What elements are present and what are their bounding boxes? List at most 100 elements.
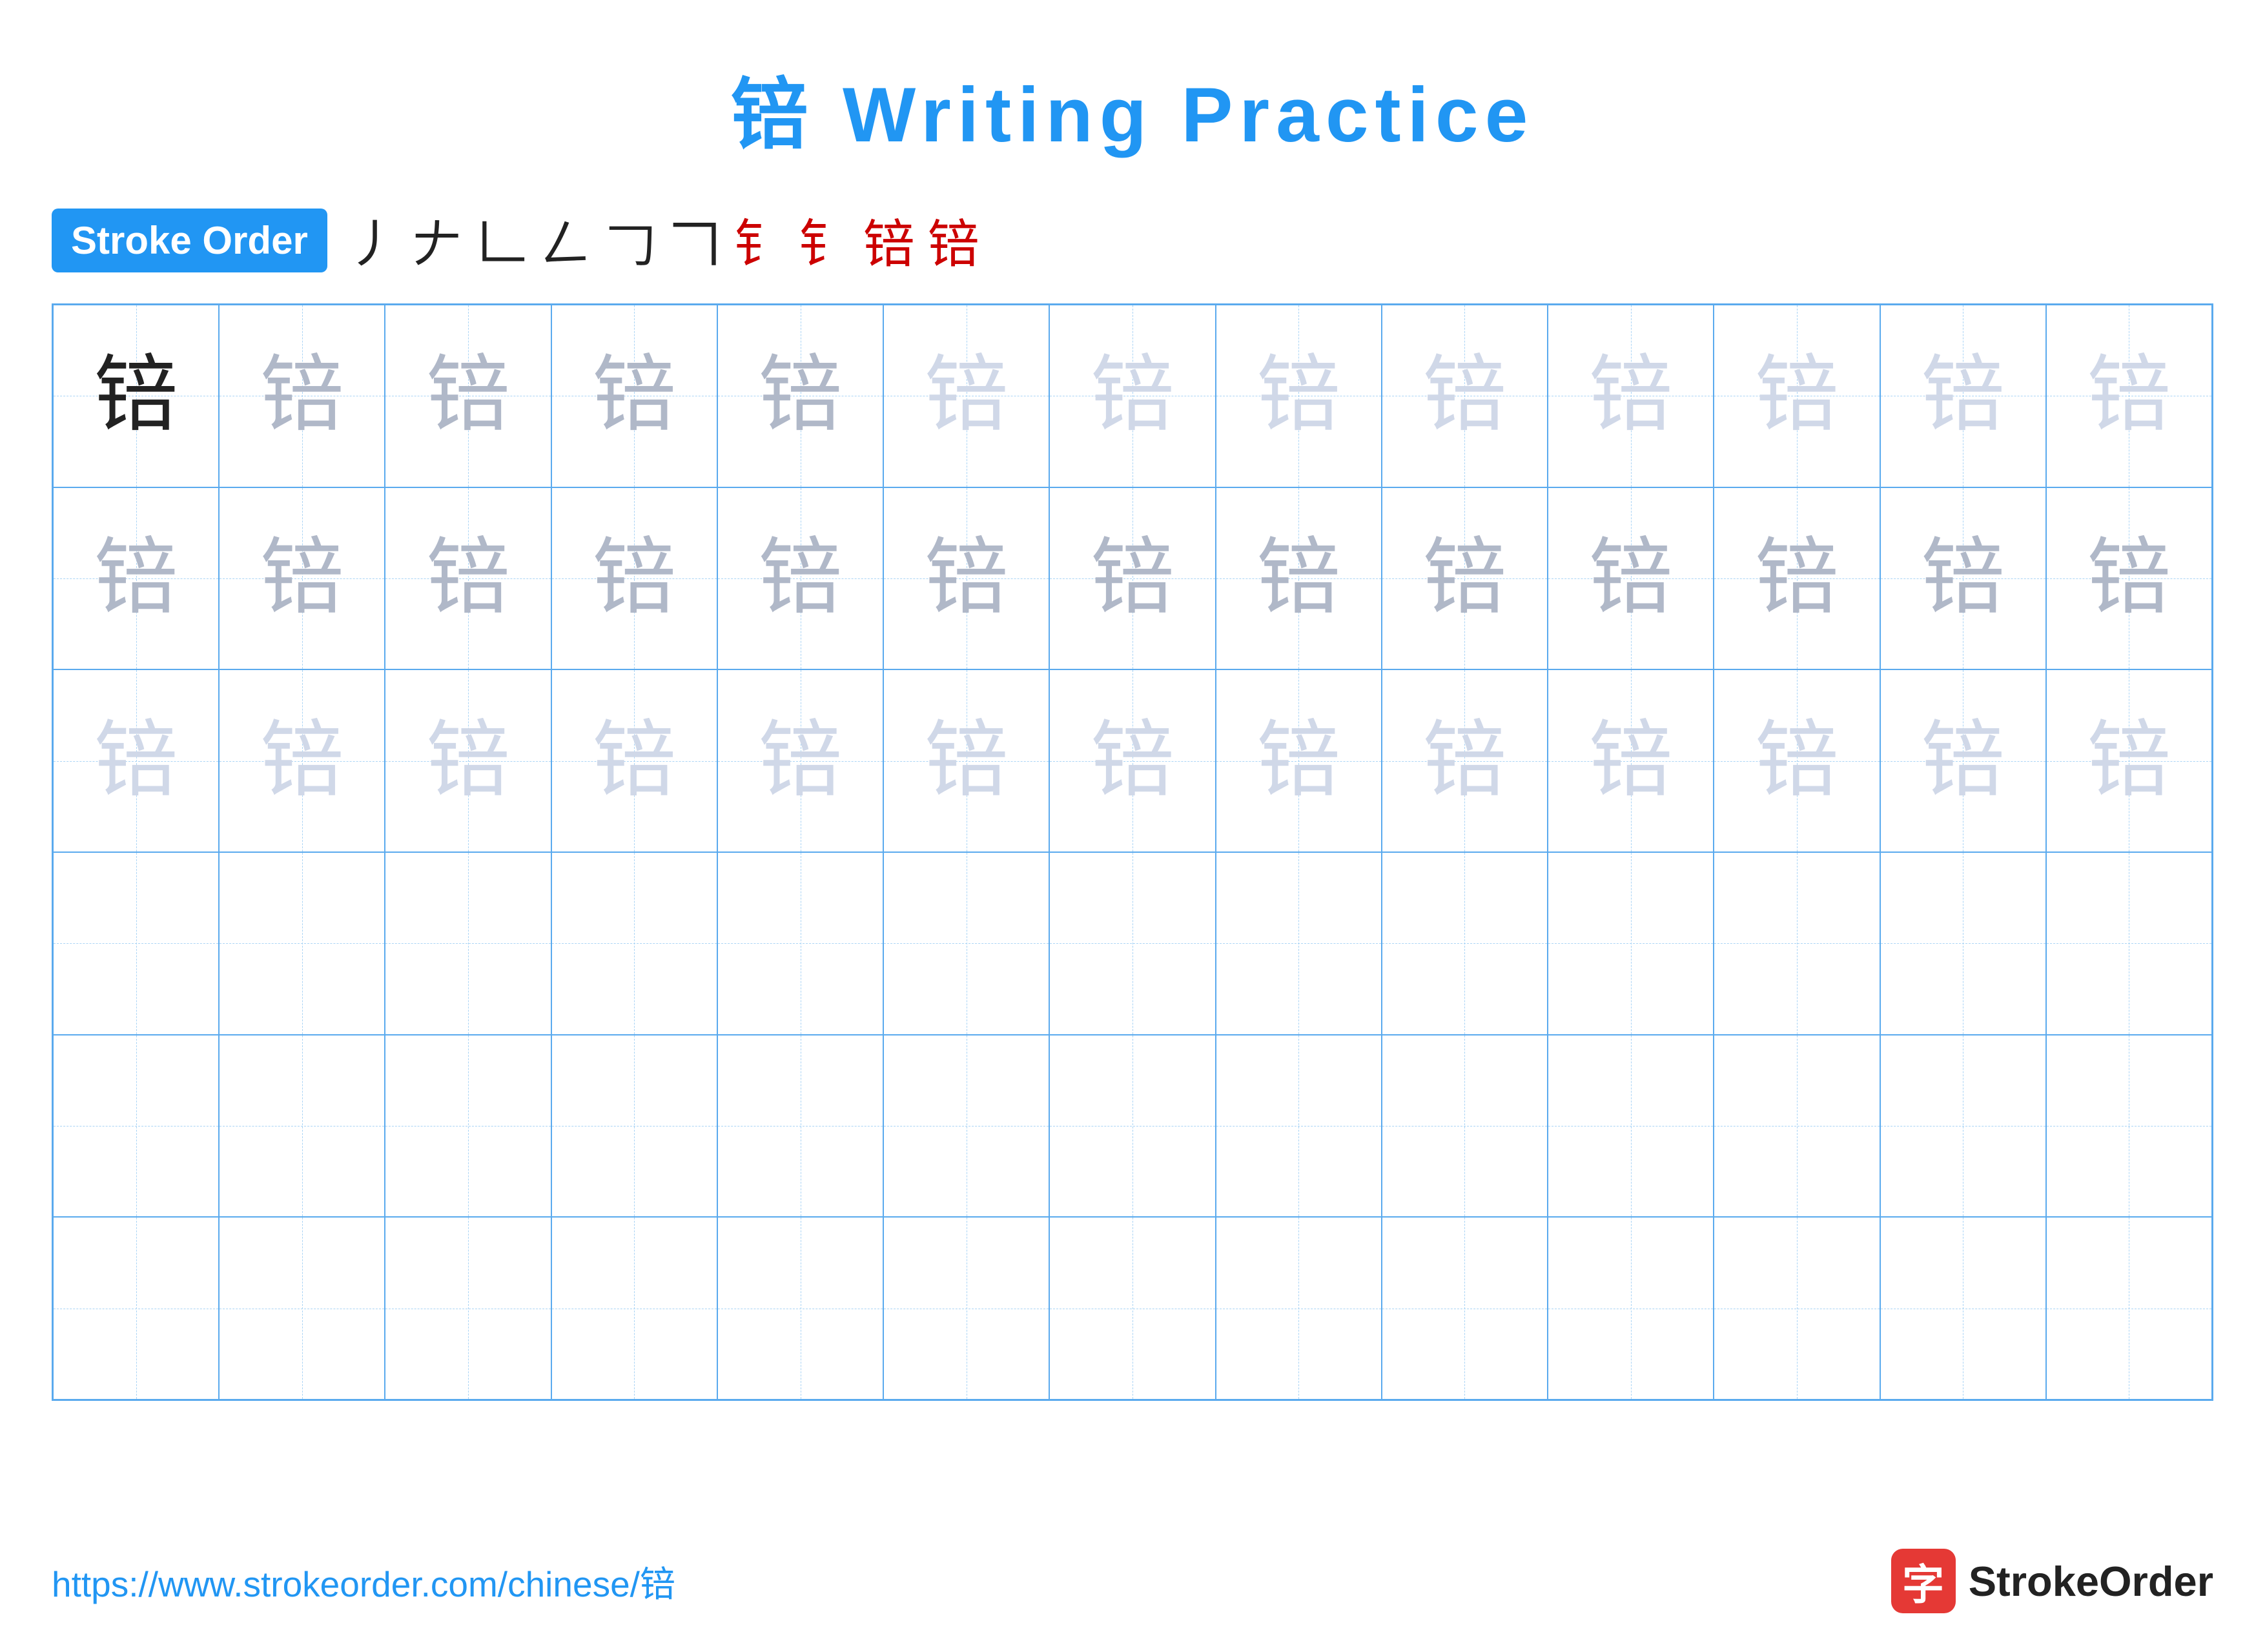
table-row bbox=[1382, 1035, 1548, 1218]
practice-character: 锫 bbox=[260, 536, 344, 620]
table-row: 锫 bbox=[385, 487, 551, 670]
table-row bbox=[883, 1035, 1049, 1218]
practice-character: 锫 bbox=[592, 536, 676, 620]
practice-character: 锫 bbox=[925, 719, 1009, 803]
practice-character: 锫 bbox=[2087, 354, 2171, 438]
table-row: 锫 bbox=[1382, 669, 1548, 852]
table-row: 锫 bbox=[1382, 305, 1548, 487]
table-row bbox=[2046, 852, 2212, 1035]
page-title: 锫 Writing Practice bbox=[0, 52, 2265, 164]
table-row bbox=[2046, 1217, 2212, 1400]
table-row bbox=[53, 852, 219, 1035]
table-row bbox=[1880, 1035, 2046, 1218]
table-row bbox=[219, 852, 385, 1035]
stroke-1: 丿 bbox=[347, 203, 398, 278]
table-row: 锫 bbox=[883, 487, 1049, 670]
table-row bbox=[1382, 1217, 1548, 1400]
practice-character: 锫 bbox=[759, 536, 843, 620]
practice-character: 锫 bbox=[1755, 536, 1839, 620]
practice-character: 锫 bbox=[426, 719, 510, 803]
table-row: 锫 bbox=[1880, 669, 2046, 852]
table-row bbox=[53, 1217, 219, 1400]
footer-logo: 字 StrokeOrder bbox=[1891, 1549, 2213, 1613]
table-row bbox=[717, 1217, 883, 1400]
practice-character: 锫 bbox=[592, 719, 676, 803]
practice-character: 锫 bbox=[925, 536, 1009, 620]
table-row: 锫 bbox=[53, 487, 219, 670]
practice-character: 锫 bbox=[94, 354, 178, 438]
table-row: 锫 bbox=[717, 487, 883, 670]
practice-character: 锫 bbox=[1755, 719, 1839, 803]
table-row: 锫 bbox=[883, 305, 1049, 487]
stroke-order-row: Stroke Order 丿 𠂇 𠃊 𠃋 𠃌 𠃍 钅 钅 锫 锫 bbox=[52, 203, 2213, 278]
footer: https://www.strokeorder.com/chinese/锫 字 … bbox=[52, 1549, 2213, 1613]
table-row: 锫 bbox=[1216, 305, 1382, 487]
table-row: 锫 bbox=[717, 305, 883, 487]
table-row: 锫 bbox=[219, 669, 385, 852]
table-row bbox=[385, 852, 551, 1035]
stroke-6: 𠃍 bbox=[670, 203, 721, 278]
practice-character: 锫 bbox=[1422, 719, 1506, 803]
practice-character: 锫 bbox=[1422, 536, 1506, 620]
table-row bbox=[385, 1035, 551, 1218]
practice-character: 锫 bbox=[1256, 719, 1340, 803]
table-row bbox=[1216, 1035, 1382, 1218]
practice-character: 锫 bbox=[1589, 536, 1673, 620]
table-row: 锫 bbox=[1382, 487, 1548, 670]
practice-character: 锫 bbox=[1256, 536, 1340, 620]
practice-character: 锫 bbox=[1091, 354, 1174, 438]
stroke-8: 钅 bbox=[799, 203, 850, 278]
table-row: 锫 bbox=[385, 305, 551, 487]
table-row: 锫 bbox=[53, 305, 219, 487]
table-row: 锫 bbox=[53, 669, 219, 852]
practice-character: 锫 bbox=[1091, 536, 1174, 620]
table-row: 锫 bbox=[1880, 487, 2046, 670]
stroke-4: 𠃋 bbox=[540, 203, 592, 278]
table-row bbox=[1049, 1217, 1215, 1400]
practice-character: 锫 bbox=[260, 354, 344, 438]
practice-grid: 锫锫锫锫锫锫锫锫锫锫锫锫锫锫锫锫锫锫锫锫锫锫锫锫锫锫锫锫锫锫锫锫锫锫锫锫锫锫锫 bbox=[52, 303, 2213, 1401]
table-row bbox=[1714, 1035, 1880, 1218]
logo-icon: 字 bbox=[1891, 1549, 1956, 1613]
table-row bbox=[1880, 852, 2046, 1035]
table-row: 锫 bbox=[1216, 669, 1382, 852]
stroke-10: 锫 bbox=[928, 203, 979, 278]
practice-character: 锫 bbox=[759, 719, 843, 803]
table-row bbox=[1548, 1217, 1714, 1400]
table-row: 锫 bbox=[1216, 487, 1382, 670]
practice-character: 锫 bbox=[1422, 354, 1506, 438]
table-row: 锫 bbox=[1714, 669, 1880, 852]
practice-character: 锫 bbox=[1091, 719, 1174, 803]
table-row bbox=[883, 852, 1049, 1035]
table-row bbox=[1049, 852, 1215, 1035]
table-row: 锫 bbox=[219, 487, 385, 670]
table-row bbox=[551, 852, 717, 1035]
table-row: 锫 bbox=[219, 305, 385, 487]
practice-character: 锫 bbox=[1921, 536, 2005, 620]
practice-character: 锫 bbox=[2087, 536, 2171, 620]
table-row: 锫 bbox=[385, 669, 551, 852]
table-row: 锫 bbox=[1548, 305, 1714, 487]
table-row bbox=[1216, 852, 1382, 1035]
table-row bbox=[883, 1217, 1049, 1400]
stroke-order-badge: Stroke Order bbox=[52, 209, 327, 272]
table-row: 锫 bbox=[2046, 487, 2212, 670]
table-row: 锫 bbox=[1714, 487, 1880, 670]
table-row: 锫 bbox=[1548, 669, 1714, 852]
table-row bbox=[1714, 1217, 1880, 1400]
practice-character: 锫 bbox=[426, 354, 510, 438]
table-row bbox=[551, 1217, 717, 1400]
stroke-3: 𠃊 bbox=[476, 203, 528, 278]
stroke-9: 锫 bbox=[863, 203, 915, 278]
table-row bbox=[53, 1035, 219, 1218]
table-row: 锫 bbox=[551, 669, 717, 852]
table-row: 锫 bbox=[883, 669, 1049, 852]
table-row: 锫 bbox=[1049, 305, 1215, 487]
practice-character: 锫 bbox=[592, 354, 676, 438]
table-row bbox=[551, 1035, 717, 1218]
table-row bbox=[219, 1035, 385, 1218]
footer-url: https://www.strokeorder.com/chinese/锫 bbox=[52, 1555, 675, 1607]
stroke-2: 𠂇 bbox=[411, 203, 463, 278]
table-row bbox=[2046, 1035, 2212, 1218]
table-row bbox=[385, 1217, 551, 1400]
